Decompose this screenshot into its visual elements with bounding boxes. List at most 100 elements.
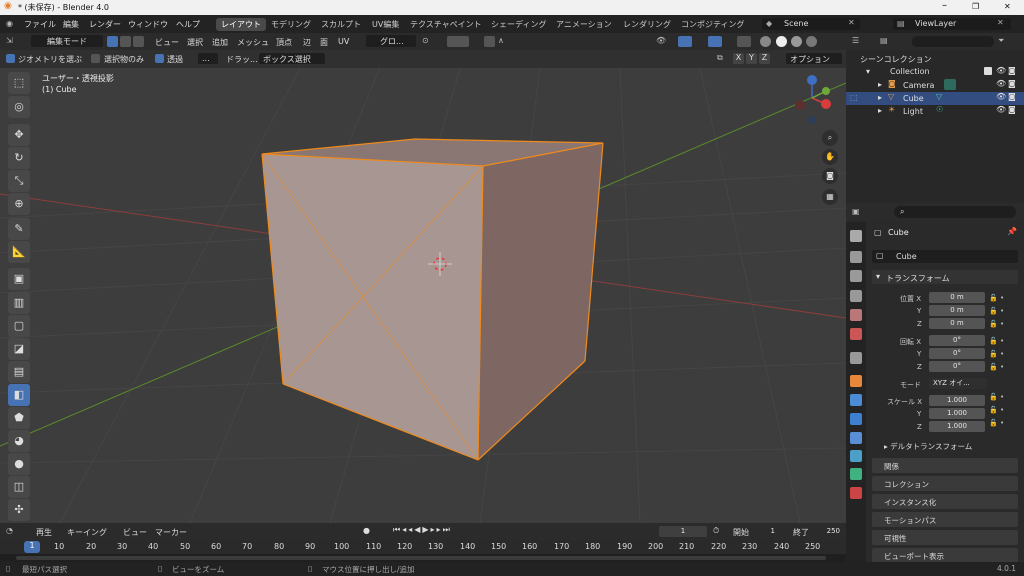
scale-y-field[interactable]: 1.000 xyxy=(929,408,985,419)
filter-icon[interactable]: ⏷ xyxy=(998,36,1004,46)
axis-z-toggle[interactable]: Z xyxy=(759,53,770,64)
render-camera-icon[interactable]: ◙ xyxy=(1008,105,1016,114)
measure-tool-icon[interactable]: 📐 xyxy=(8,241,30,263)
smooth-tool-icon[interactable]: ● xyxy=(8,453,30,475)
outliner-row-light[interactable]: ▸ ☀ Light ☉ 👁 ◙ xyxy=(846,105,1024,118)
axis-x-toggle[interactable]: X xyxy=(733,53,744,64)
menu-face[interactable]: 面 xyxy=(320,37,328,48)
lock-icon[interactable]: 🔓 • xyxy=(989,318,1017,331)
scrollbar-thumb[interactable] xyxy=(16,556,826,560)
wireframe-shading-icon[interactable] xyxy=(760,36,771,47)
xray-checkbox[interactable] xyxy=(6,54,15,63)
extrude-tool-icon[interactable]: ▥ xyxy=(8,292,30,314)
world-tab-icon[interactable] xyxy=(850,328,862,340)
loop-cut-tool-icon[interactable]: ▤ xyxy=(8,361,30,383)
tab-modeling[interactable]: モデリング xyxy=(266,18,316,31)
properties-search[interactable]: ⌕ xyxy=(894,206,1016,218)
timeline-scrollbar[interactable] xyxy=(0,554,846,562)
mirror-icon[interactable]: ⧉ xyxy=(717,53,723,63)
render-camera-icon[interactable]: ◙ xyxy=(1008,66,1016,75)
output-tab-icon[interactable] xyxy=(850,270,862,282)
collection-tab-icon[interactable] xyxy=(850,352,862,364)
tab-rendering[interactable]: レンダリング xyxy=(618,18,676,31)
select-box-tool-icon[interactable]: ⬚ xyxy=(8,72,30,94)
playback-menu[interactable]: 再生 xyxy=(36,527,52,538)
material-tab-icon[interactable] xyxy=(850,487,862,499)
expand-icon[interactable]: ▸ xyxy=(878,93,882,102)
preview-range-icon[interactable]: ⏱ xyxy=(713,526,719,536)
menu-edit[interactable]: 編集 xyxy=(63,19,79,30)
outliner-row-camera[interactable]: ▸ ◙ Camera 👁 ◙ xyxy=(846,79,1024,92)
lock-icon[interactable]: 🔓 • xyxy=(989,361,1017,374)
annotate-tool-icon[interactable]: ✎ xyxy=(8,218,30,240)
timeline-ruler[interactable]: 1 10 20 30 40 50 60 70 80 90 100 110 120… xyxy=(0,540,846,554)
menu-vertex[interactable]: 頂点 xyxy=(276,37,292,48)
instancing-panel[interactable]: インスタンス化 xyxy=(872,494,1018,509)
rip-tool-icon[interactable]: ✣ xyxy=(8,499,30,521)
scale-tool-icon[interactable]: ⤡ xyxy=(8,170,30,192)
axis-y-toggle[interactable]: Y xyxy=(746,53,757,64)
rotation-mode-dropdown[interactable]: XYZ オイ... xyxy=(929,378,987,389)
mesh-data-icon[interactable]: ▽ xyxy=(936,92,942,101)
add-cube-tool-icon[interactable]: ▣ xyxy=(8,268,30,290)
bevel-tool-icon[interactable]: ◪ xyxy=(8,338,30,360)
tab-sculpt[interactable]: スカルプト xyxy=(316,18,366,31)
gizmo-toggle-icon[interactable] xyxy=(678,36,692,47)
scale-x-field[interactable]: 1.000 xyxy=(929,395,985,406)
mode-dropdown[interactable]: 編集モード xyxy=(31,35,103,47)
outliner-editor-icon[interactable]: ☰ xyxy=(852,36,859,45)
scene-tab-icon[interactable] xyxy=(850,309,862,321)
playback-controls[interactable]: ⏮◂◂◀▶▸▸⏭ xyxy=(393,525,469,537)
viewlayer-remove-icon[interactable]: ✕ xyxy=(997,18,1004,27)
zoom-icon[interactable]: ⌕ xyxy=(822,130,838,146)
dragger-dropdown[interactable]: ... xyxy=(198,53,218,64)
lock-icon[interactable]: 🔓 • xyxy=(989,292,1017,305)
lock-icon[interactable]: 🔓 • xyxy=(989,404,1017,417)
ortho-grid-icon[interactable]: ▦ xyxy=(822,189,838,205)
motion-paths-panel[interactable]: モーションパス xyxy=(872,512,1018,527)
menu-mesh[interactable]: メッシュ xyxy=(237,37,269,48)
playhead[interactable]: 1 xyxy=(24,541,40,553)
viewlayer-selector[interactable]: ▤ ViewLayer ✕ xyxy=(893,18,1011,30)
snap-icon[interactable] xyxy=(447,36,469,47)
display-mode-icon[interactable]: ▤ xyxy=(880,36,888,45)
eye-icon[interactable]: 👁 xyxy=(996,66,1006,75)
inset-tool-icon[interactable]: ▢ xyxy=(8,315,30,337)
poly-build-tool-icon[interactable]: ⬟ xyxy=(8,407,30,429)
pin-icon[interactable]: 📌 xyxy=(1007,227,1017,236)
visibility-panel[interactable]: 可視性 xyxy=(872,530,1018,545)
lock-icon[interactable]: 🔓 • xyxy=(989,417,1017,430)
viewport-display-panel[interactable]: ビューポート表示 xyxy=(872,548,1018,563)
start-frame-field[interactable]: 1 xyxy=(729,526,775,537)
menu-help[interactable]: ヘルプ xyxy=(176,19,200,30)
scene-selector[interactable]: ◆ Scene ✕ xyxy=(762,18,860,30)
selected-only-checkbox[interactable] xyxy=(91,54,100,63)
rendered-shading-icon[interactable] xyxy=(806,36,817,47)
lock-icon[interactable]: 🔓 • xyxy=(989,305,1017,318)
camera-data-icon[interactable] xyxy=(944,79,956,90)
camera-view-icon[interactable]: ◙ xyxy=(822,168,838,184)
menu-select[interactable]: 選択 xyxy=(187,37,203,48)
keying-menu[interactable]: キーイング xyxy=(67,527,107,538)
transform-tool-icon[interactable]: ⊕ xyxy=(8,193,30,215)
render-camera-icon[interactable]: ◙ xyxy=(1008,92,1016,101)
lock-icon[interactable]: 🔓 • xyxy=(989,348,1017,361)
current-frame-field[interactable]: 1 xyxy=(659,526,707,537)
rotation-y-field[interactable]: 0° xyxy=(929,348,985,359)
collections-panel[interactable]: コレクション xyxy=(872,476,1018,491)
object-name-field[interactable]: ▢ Cube xyxy=(872,250,1018,263)
outliner-row-collection[interactable]: ▾ Collection 👁 ◙ xyxy=(846,66,1024,78)
menu-edge[interactable]: 辺 xyxy=(303,37,311,48)
maximize-icon[interactable]: ❐ xyxy=(972,2,979,11)
vertex-select-icon[interactable] xyxy=(107,36,118,47)
location-z-field[interactable]: 0 m xyxy=(929,318,985,329)
expand-icon[interactable]: ▾ xyxy=(866,67,870,76)
record-icon[interactable]: ● xyxy=(363,526,370,535)
cursor-tool-icon[interactable]: ◎ xyxy=(8,96,30,118)
eye-icon[interactable]: 👁 xyxy=(996,105,1006,114)
box-select-dropdown[interactable]: ボックス選択 xyxy=(259,53,325,64)
editor-type-icon[interactable]: ⇲ xyxy=(6,36,13,45)
outliner-search[interactable] xyxy=(912,36,994,47)
blender-menu-icon[interactable]: ◉ xyxy=(6,19,13,28)
lock-icon[interactable]: 🔓 • xyxy=(989,335,1017,348)
